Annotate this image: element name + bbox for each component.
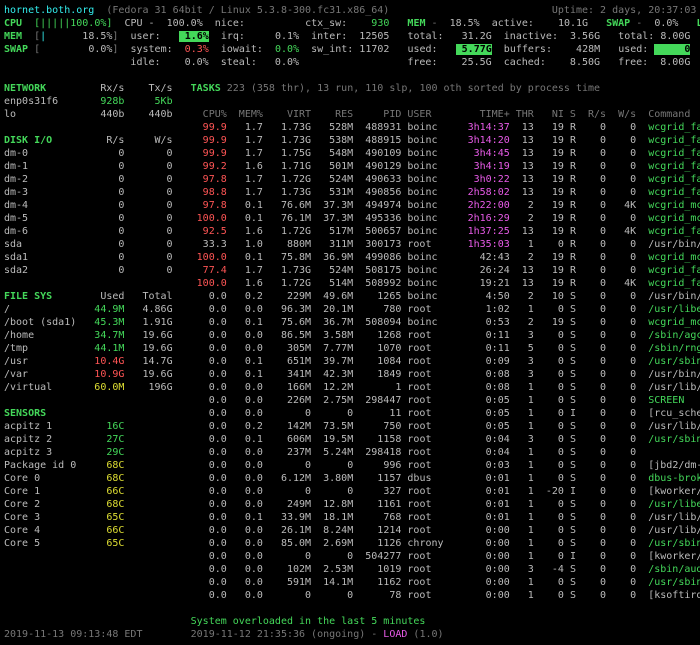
body-row: dm-3 0 0 98.8 1.7 1.73G 531M 490856 boin… xyxy=(4,186,696,199)
body-row: 100.0 1.6 1.72G 514M 508992 boinc 19:21 … xyxy=(4,277,696,290)
mem-summary-row: MEM [| 18.5%] user: 1.6% irq: 0.1% inter… xyxy=(4,30,696,43)
title-bar: hornet.both.org (Fedora 31 64bit / Linux… xyxy=(4,4,696,17)
network-header: NETWORK Rx/s Tx/s TASKS 223 (358 thr), 1… xyxy=(4,82,696,95)
body-row: Core 1 66C 0.0 0.0 0 0 327 root 0:01 1 -… xyxy=(4,485,696,498)
body-row: dm-2 0 0 97.8 1.7 1.72G 524M 490633 boin… xyxy=(4,173,696,186)
body-row: dm-4 0 0 97.8 0.1 76.6M 37.3M 494974 boi… xyxy=(4,199,696,212)
network-if1: enp0s31f6 928b 5Kb xyxy=(4,95,696,108)
body-row: sda2 0 0 77.4 1.7 1.73G 524M 508175 boin… xyxy=(4,264,696,277)
body-row: dm-6 0 0 92.5 1.6 1.72G 517M 500657 boin… xyxy=(4,225,696,238)
body-row: Core 2 68C 0.0 0.0 249M 12.8M 1161 root … xyxy=(4,498,696,511)
body-row: 0.0 0.0 0 0 78 root 0:00 1 0 S 0 0 [ksof… xyxy=(4,589,696,602)
body-row: sda1 0 0 100.0 0.1 75.8M 36.9M 499086 bo… xyxy=(4,251,696,264)
body-row: Package id 0 68C 0.0 0.0 0 0 996 root 0:… xyxy=(4,459,696,472)
body-row: FILE SYS Used Total 0.0 0.2 229M 49.6M 1… xyxy=(4,290,696,303)
network-if2-and-proc-cols: lo 440b 440b CPU% MEM% VIRT RES PID USER… xyxy=(4,108,696,121)
body-row: acpitz 1 16C 0.0 0.2 142M 73.5M 750 root… xyxy=(4,420,696,433)
idle-row: idle: 0.0% steal: 0.0% free: 25.5G cache… xyxy=(4,56,696,69)
body-row: Core 3 65C 0.0 0.1 33.9M 18.1M 768 root … xyxy=(4,511,696,524)
body-row: Core 4 66C 0.0 0.0 26.1M 8.24M 1214 root… xyxy=(4,524,696,537)
body-row: Core 5 65C 0.0 0.0 85.0M 2.69M 1126 chro… xyxy=(4,537,696,550)
body-row: Core 0 68C 0.0 0.0 6.12M 3.80M 1157 dbus… xyxy=(4,472,696,485)
footer-warning: System overloaded in the last 5 minutes xyxy=(4,615,696,628)
body-row: acpitz 3 29C 0.0 0.0 237M 5.24M 298418 r… xyxy=(4,446,696,459)
body-row: dm-5 0 0 100.0 0.1 76.1M 37.3M 495336 bo… xyxy=(4,212,696,225)
footer-timestamps: 2019-11-13 09:13:48 EDT 2019-11-12 21:35… xyxy=(4,628,696,641)
process-list[interactable]: 99.9 1.7 1.73G 528M 488931 boinc 3h14:37… xyxy=(4,121,696,602)
body-row: /usr 10.4G 14.7G 0.0 0.1 651M 39.7M 1084… xyxy=(4,355,696,368)
body-row: /virtual 60.0M 196G 0.0 0.0 166M 12.2M 1… xyxy=(4,381,696,394)
swap-summary-row: SWAP [ 0.0%] system: 0.3% iowait: 0.0% s… xyxy=(4,43,696,56)
body-row: 0.0 0.0 591M 14.1M 1162 root 0:00 1 0 S … xyxy=(4,576,696,589)
body-row: /var 10.9G 19.6G 0.0 0.1 341M 42.3M 1849… xyxy=(4,368,696,381)
body-row: 0.0 0.0 0 0 504277 root 0:00 1 0 I 0 0 [… xyxy=(4,550,696,563)
body-row: /boot (sda1) 45.3M 1.91G 0.0 0.1 75.6M 3… xyxy=(4,316,696,329)
body-row: 0.0 0.0 226M 2.75M 298447 root 0:05 1 0 … xyxy=(4,394,696,407)
cpu-summary-row: CPU [|||||100.0%] CPU - 100.0% nice: ctx… xyxy=(4,17,696,30)
body-row: /tmp 44.1M 19.6G 0.0 0.0 305M 7.77M 1070… xyxy=(4,342,696,355)
body-row: dm-0 0 0 99.9 1.7 1.75G 548M 490109 boin… xyxy=(4,147,696,160)
body-row: dm-1 0 0 99.2 1.6 1.71G 501M 490129 boin… xyxy=(4,160,696,173)
body-row: SENSORS 0.0 0.0 0 0 11 root 0:05 1 0 I 0… xyxy=(4,407,696,420)
body-row: 99.9 1.7 1.73G 528M 488931 boinc 3h14:37… xyxy=(4,121,696,134)
body-row: / 44.9M 4.86G 0.0 0.0 96.3M 20.1M 780 ro… xyxy=(4,303,696,316)
body-row: /home 34.7M 19.6G 0.0 0.0 86.5M 3.58M 12… xyxy=(4,329,696,342)
body-row: sda 0 0 33.3 1.0 880M 311M 300173 root 1… xyxy=(4,238,696,251)
body-row: DISK I/O R/s W/s 99.9 1.7 1.73G 538M 488… xyxy=(4,134,696,147)
body-row: acpitz 2 27C 0.0 0.1 606M 19.5M 1158 roo… xyxy=(4,433,696,446)
